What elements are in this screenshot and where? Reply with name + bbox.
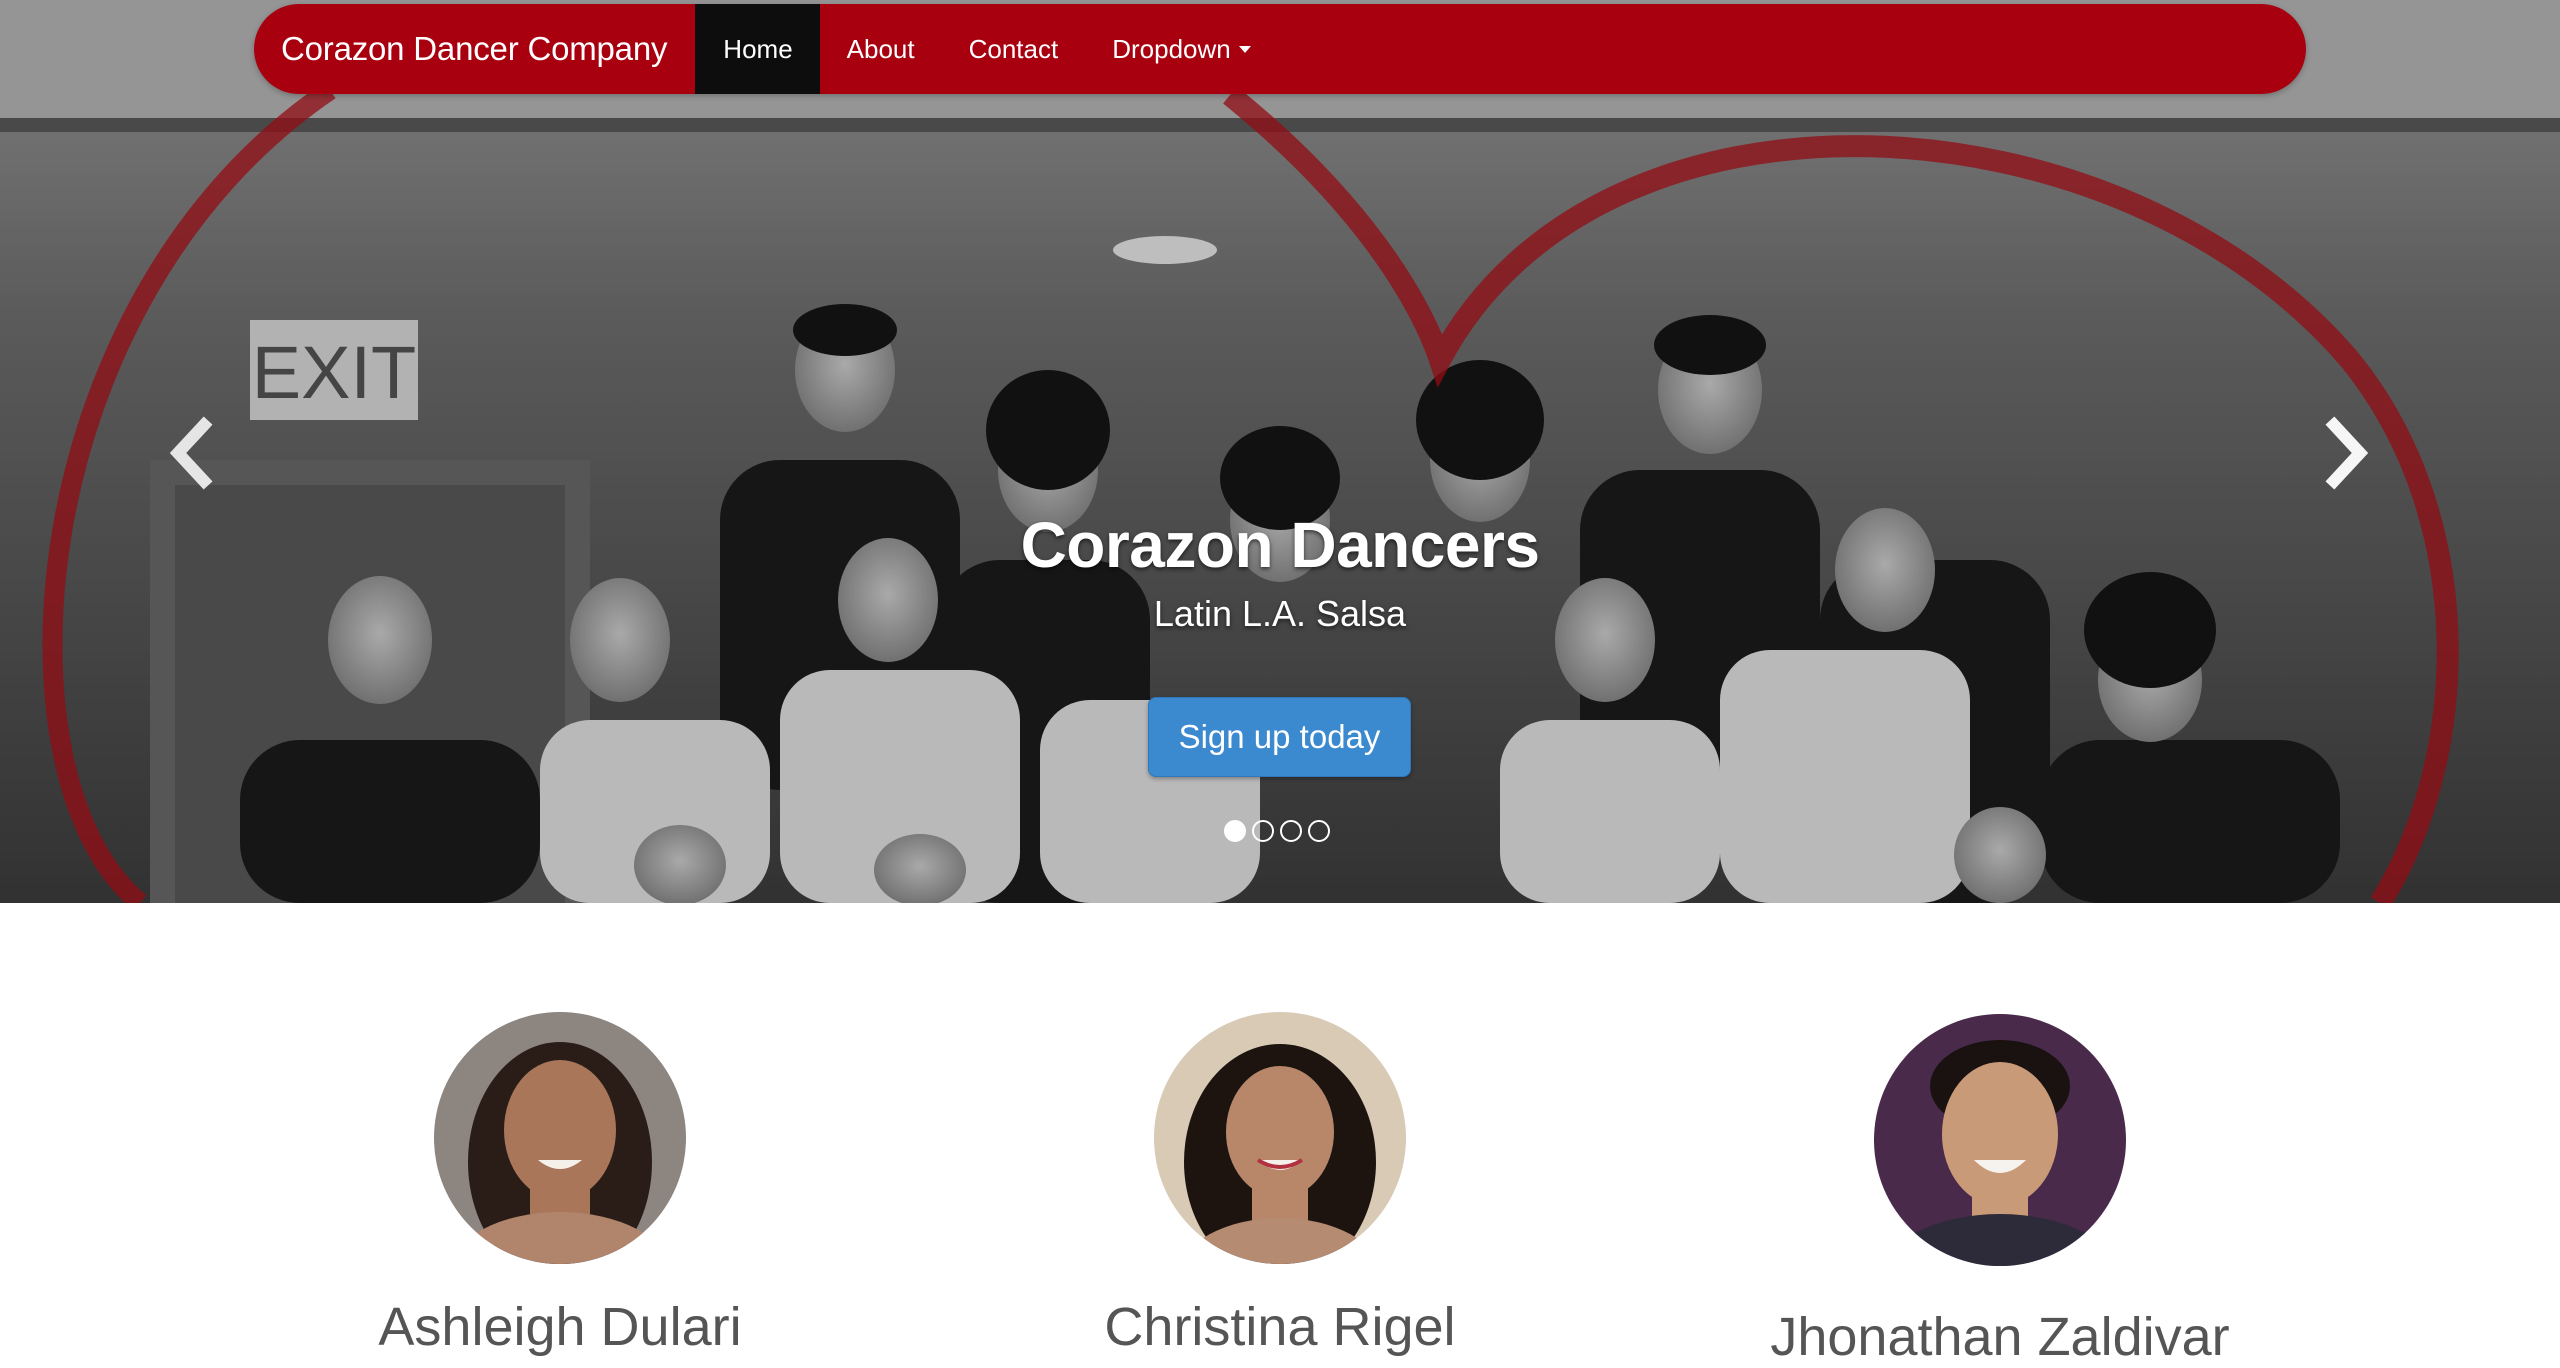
member-name: Christina Rigel	[1104, 1297, 1456, 1357]
team-member-card: Ashleigh Dulari	[260, 1012, 860, 1358]
team-member-card: Christina Rigel	[980, 1012, 1580, 1358]
member-name: Ashleigh Dulari	[378, 1297, 742, 1357]
carousel-indicator-2[interactable]	[1252, 820, 1274, 842]
carousel-indicator-3[interactable]	[1280, 820, 1302, 842]
nav-item-label: Dropdown	[1112, 33, 1231, 64]
member-photo	[434, 1012, 686, 1264]
avatar	[1154, 1012, 1406, 1264]
carousel-indicator-1[interactable]	[1224, 820, 1246, 842]
carousel-subtitle: Latin L.A. Salsa	[1153, 593, 1407, 635]
avatar	[434, 1012, 686, 1264]
carousel-next-button[interactable]	[2316, 415, 2376, 491]
hero-carousel: EXIT Corazon Dancer Company Home About C…	[0, 0, 2560, 903]
navbar-brand[interactable]: Corazon Dancer Company	[254, 4, 695, 94]
avatar	[1874, 1014, 2126, 1266]
chevron-left-icon	[169, 416, 213, 490]
nav-item-about[interactable]: About	[820, 4, 942, 94]
carousel-indicators	[1224, 820, 1330, 842]
carousel-prev-button[interactable]	[162, 415, 222, 491]
carousel-title: Corazon Dancers	[1020, 509, 1540, 581]
caret-down-icon	[1238, 45, 1251, 53]
nav-item-home[interactable]: Home	[695, 4, 820, 94]
nav-item-contact[interactable]: Contact	[942, 4, 1086, 94]
member-photo	[1874, 1014, 2126, 1266]
nav-item-label: About	[846, 33, 915, 64]
nav-item-dropdown[interactable]: Dropdown	[1085, 4, 1278, 94]
chevron-right-icon	[2325, 416, 2369, 490]
signup-button[interactable]: Sign up today	[1148, 697, 1411, 777]
carousel-indicator-4[interactable]	[1308, 820, 1330, 842]
carousel-caption: Corazon Dancers Latin L.A. Salsa	[880, 510, 1680, 636]
nav-item-label: Contact	[968, 33, 1059, 64]
member-photo	[1154, 1012, 1406, 1264]
nav-item-label: Home	[723, 33, 793, 64]
team-member-card: Jhonathan Zaldivar	[1700, 1012, 2300, 1368]
member-name: Jhonathan Zaldivar	[1770, 1307, 2230, 1367]
main-navbar: Corazon Dancer Company Home About Contac…	[254, 4, 2306, 94]
